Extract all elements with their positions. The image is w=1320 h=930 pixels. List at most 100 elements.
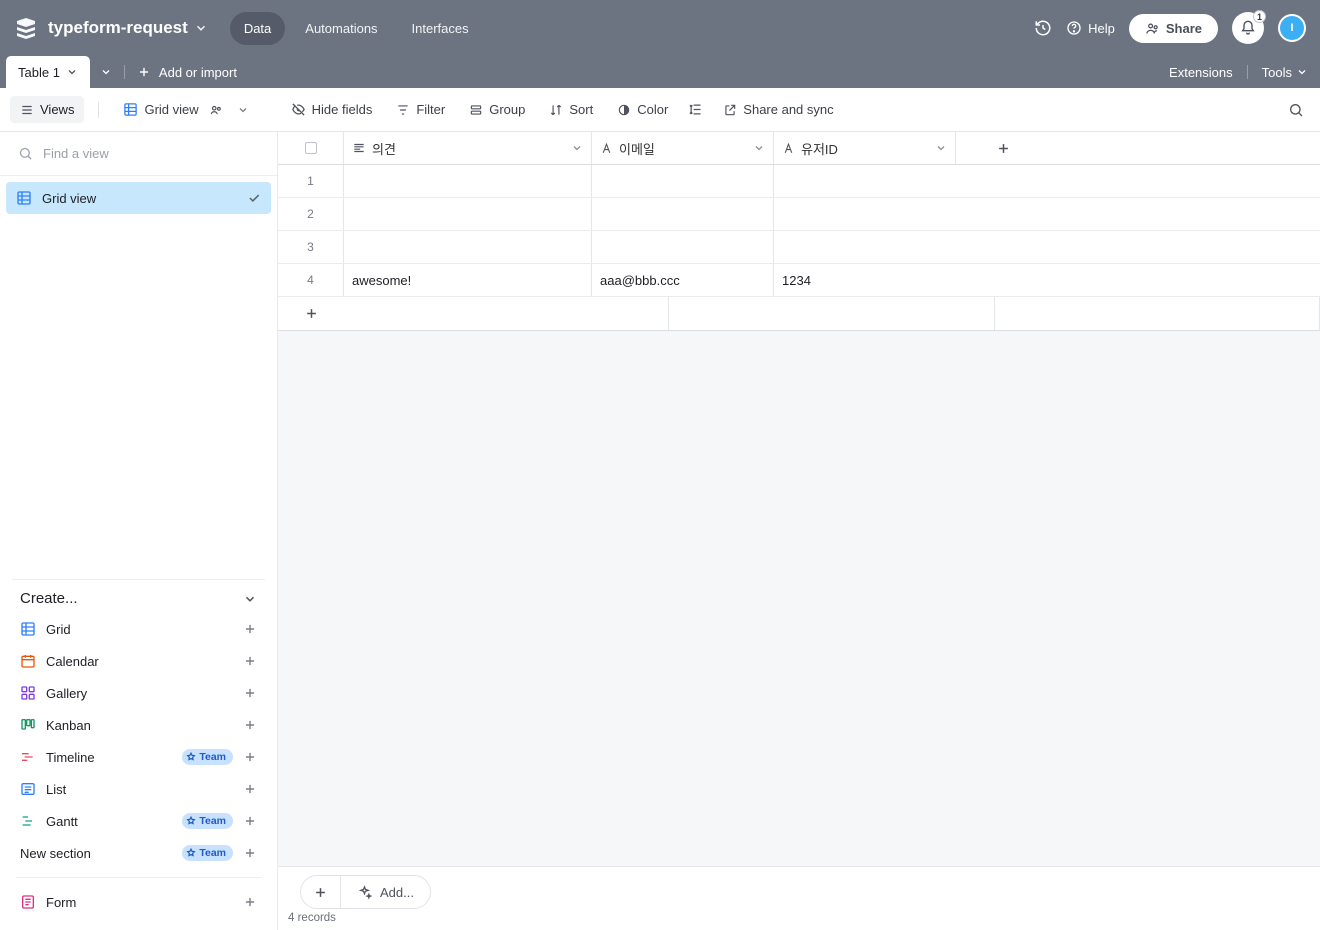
select-all-cell[interactable] bbox=[278, 132, 344, 164]
app-title-chevron-icon[interactable] bbox=[194, 21, 208, 35]
cell[interactable] bbox=[344, 165, 592, 197]
column-menu-chevron-icon[interactable] bbox=[571, 142, 583, 154]
views-button[interactable]: Views bbox=[10, 96, 84, 123]
nav-tab-interfaces[interactable]: Interfaces bbox=[398, 12, 483, 45]
people-icon[interactable] bbox=[209, 103, 223, 117]
find-view-field[interactable] bbox=[43, 146, 259, 161]
nav-tab-automations[interactable]: Automations bbox=[291, 12, 391, 45]
share-sync-button[interactable]: Share and sync bbox=[713, 96, 843, 123]
cell[interactable] bbox=[344, 198, 592, 230]
filter-icon bbox=[396, 103, 410, 117]
cell[interactable] bbox=[592, 198, 774, 230]
column-header[interactable]: 의견 bbox=[344, 132, 592, 164]
tools-link[interactable]: Tools bbox=[1262, 65, 1308, 80]
column-label: 이메일 bbox=[619, 139, 753, 158]
nav-tab-data[interactable]: Data bbox=[230, 12, 285, 45]
plus-icon[interactable] bbox=[243, 895, 257, 909]
grid-footer: Add... 4 records bbox=[278, 866, 1320, 930]
cell[interactable] bbox=[774, 165, 956, 197]
table-tabs-menu-button[interactable] bbox=[90, 56, 122, 88]
add-or-import-button[interactable]: Add or import bbox=[127, 56, 247, 88]
create-grid[interactable]: Grid bbox=[16, 613, 261, 645]
filter-button[interactable]: Filter bbox=[386, 96, 455, 123]
plus-icon[interactable] bbox=[243, 686, 257, 700]
create-new-section[interactable]: New section Team bbox=[16, 837, 261, 869]
create-grid-label: Grid bbox=[46, 622, 233, 637]
column-header[interactable]: 이메일 bbox=[592, 132, 774, 164]
checkbox-icon[interactable] bbox=[305, 142, 317, 154]
cell[interactable] bbox=[774, 198, 956, 230]
create-list[interactable]: List bbox=[16, 773, 261, 805]
row-number: 2 bbox=[278, 198, 344, 230]
table-row[interactable]: 2 bbox=[278, 198, 1320, 231]
footer-plus-button[interactable] bbox=[301, 875, 341, 909]
table-tab-label: Table 1 bbox=[18, 65, 60, 80]
cell[interactable] bbox=[344, 231, 592, 263]
cell[interactable] bbox=[592, 231, 774, 263]
create-gallery[interactable]: Gallery bbox=[16, 677, 261, 709]
cell[interactable]: awesome! bbox=[344, 264, 592, 296]
cell[interactable]: 1234 bbox=[774, 264, 956, 296]
column-header[interactable]: 유저ID bbox=[774, 132, 956, 164]
chevron-down-icon[interactable] bbox=[237, 104, 249, 116]
create-form-label: Form bbox=[46, 895, 233, 910]
color-icon bbox=[617, 103, 631, 117]
plus-icon[interactable] bbox=[243, 814, 257, 828]
notifications-button[interactable]: 1 bbox=[1232, 12, 1264, 44]
plus-icon[interactable] bbox=[243, 654, 257, 668]
table-tab[interactable]: Table 1 bbox=[6, 56, 90, 88]
plus-icon[interactable] bbox=[243, 846, 257, 860]
plus-icon[interactable] bbox=[243, 750, 257, 764]
text-field-icon bbox=[782, 142, 795, 155]
plus-icon[interactable] bbox=[243, 718, 257, 732]
create-gantt[interactable]: Gantt Team bbox=[16, 805, 261, 837]
cell[interactable] bbox=[774, 231, 956, 263]
app-title[interactable]: typeform-request bbox=[48, 18, 188, 38]
create-section: Create... Grid Calendar Gallery Kanban bbox=[0, 580, 277, 930]
row-height-button[interactable] bbox=[682, 96, 709, 123]
share-button[interactable]: Share bbox=[1129, 14, 1218, 43]
create-header[interactable]: Create... bbox=[16, 580, 261, 613]
timeline-icon bbox=[20, 749, 36, 765]
create-kanban[interactable]: Kanban bbox=[16, 709, 261, 741]
extensions-link[interactable]: Extensions bbox=[1169, 65, 1233, 80]
create-form[interactable]: Form bbox=[16, 886, 261, 918]
add-row-plus-icon[interactable] bbox=[278, 306, 344, 321]
sort-button[interactable]: Sort bbox=[539, 96, 603, 123]
find-view-input[interactable] bbox=[0, 132, 277, 176]
add-row[interactable] bbox=[278, 297, 1320, 330]
create-timeline[interactable]: Timeline Team bbox=[16, 741, 261, 773]
row-height-icon bbox=[688, 102, 703, 117]
cell[interactable]: aaa@bbb.ccc bbox=[592, 264, 774, 296]
help-label: Help bbox=[1088, 21, 1115, 36]
group-button[interactable]: Group bbox=[459, 96, 535, 123]
team-badge: Team bbox=[182, 845, 233, 861]
record-count: 4 records bbox=[288, 912, 336, 924]
plus-icon[interactable] bbox=[243, 622, 257, 636]
avatar[interactable]: I bbox=[1278, 14, 1306, 42]
chevron-down-icon bbox=[66, 66, 78, 78]
nav-tabs: Data Automations Interfaces bbox=[230, 12, 483, 45]
table-row[interactable]: 3 bbox=[278, 231, 1320, 264]
create-kanban-label: Kanban bbox=[46, 718, 233, 733]
hide-fields-button[interactable]: Hide fields bbox=[281, 96, 383, 123]
add-or-import-label: Add or import bbox=[159, 65, 237, 80]
sidebar-view-grid[interactable]: Grid view bbox=[6, 182, 271, 214]
add-column-button[interactable] bbox=[956, 132, 1050, 164]
history-icon[interactable] bbox=[1034, 19, 1052, 37]
help-button[interactable]: Help bbox=[1066, 20, 1115, 36]
table-row[interactable]: 4 awesome! aaa@bbb.ccc 1234 bbox=[278, 264, 1320, 297]
color-button[interactable]: Color bbox=[607, 96, 678, 123]
chevron-down-icon bbox=[1296, 66, 1308, 78]
grid-view-name[interactable]: Grid view bbox=[113, 96, 258, 123]
column-menu-chevron-icon[interactable] bbox=[935, 142, 947, 154]
check-icon bbox=[247, 191, 261, 205]
create-calendar[interactable]: Calendar bbox=[16, 645, 261, 677]
plus-icon[interactable] bbox=[243, 782, 257, 796]
search-records-button[interactable] bbox=[1282, 96, 1310, 124]
footer-add-button[interactable]: Add... bbox=[341, 875, 430, 909]
cell[interactable] bbox=[592, 165, 774, 197]
group-icon bbox=[469, 103, 483, 117]
table-row[interactable]: 1 bbox=[278, 165, 1320, 198]
column-menu-chevron-icon[interactable] bbox=[753, 142, 765, 154]
